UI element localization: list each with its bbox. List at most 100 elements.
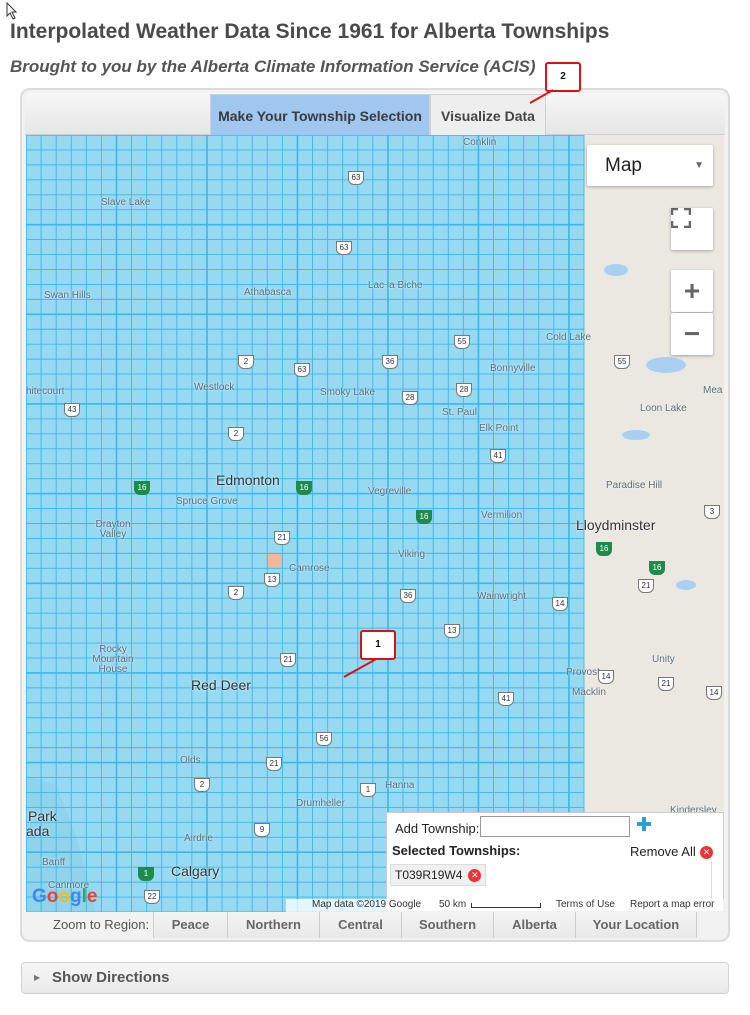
place-label: Westlock xyxy=(194,382,235,393)
place-label: Airdrie xyxy=(184,833,213,844)
highway-shield: 14 xyxy=(706,686,722,700)
show-directions-toggle[interactable]: ▶ Show Directions xyxy=(21,962,729,994)
highway-shield: 21 xyxy=(638,579,654,593)
zoom-to-region-label: Zoom to Region: xyxy=(53,917,150,932)
highway-shield: 21 xyxy=(274,531,290,545)
highway-shield: 14 xyxy=(552,597,568,611)
place-label: Drumheller xyxy=(296,798,345,809)
place-label: Wainwright xyxy=(477,591,527,602)
lake-shape xyxy=(676,580,696,590)
place-label: Swan Hills xyxy=(44,290,91,301)
highway-shield: 16 xyxy=(416,510,432,524)
highway-shield: 55 xyxy=(454,335,470,349)
highway-shield: 28 xyxy=(456,383,472,397)
zoom-region-alberta[interactable]: Alberta xyxy=(493,912,575,938)
selected-townships-label: Selected Townships: xyxy=(392,843,521,858)
zoom-out-button[interactable]: − xyxy=(671,313,713,355)
add-township-input[interactable] xyxy=(480,816,630,837)
map-type-label: Map xyxy=(605,155,642,176)
lake-shape xyxy=(646,357,686,373)
highway-shield: 36 xyxy=(382,355,398,369)
highway-shield: 1 xyxy=(138,867,154,881)
terms-of-use-link[interactable]: Terms of Use xyxy=(556,899,615,910)
place-label: Lloydminster xyxy=(576,517,656,533)
place-label: ada xyxy=(26,823,50,839)
remove-all-button[interactable]: Remove All xyxy=(630,844,696,859)
highway-shield: 16 xyxy=(296,481,312,495)
place-label: Drayton Valley xyxy=(95,519,131,540)
highway-shield: 2 xyxy=(238,355,254,369)
township-selection-panel: Make Your Township Selection Visualize D… xyxy=(20,88,730,942)
place-label: Vermilion xyxy=(481,510,523,521)
place-label: Loon Lake xyxy=(640,403,687,414)
zoom-region-central[interactable]: Central xyxy=(319,912,401,938)
place-label: Hanna xyxy=(385,780,415,791)
chevron-down-icon: ▼ xyxy=(694,160,704,171)
place-label: Spruce Grove xyxy=(176,496,238,507)
highway-shield: 3 xyxy=(704,505,720,519)
highway-shield: 1 xyxy=(360,783,376,797)
highway-shield: 63 xyxy=(348,171,364,185)
selected-township-cell xyxy=(267,553,283,569)
place-label: Calgary xyxy=(171,863,220,879)
map-footer: Map data ©2019 Google 50 km Terms of Use… xyxy=(286,899,724,912)
map-scale-label: 50 km xyxy=(439,899,467,910)
zoom-region-your-location[interactable]: Your Location xyxy=(575,912,697,938)
fullscreen-icon xyxy=(671,208,691,228)
fullscreen-button[interactable] xyxy=(671,208,713,250)
place-label: Smoky Lake xyxy=(320,387,376,398)
highway-shield: 2 xyxy=(228,427,244,441)
tab-bar: Make Your Township Selection Visualize D… xyxy=(25,93,725,136)
township-id: T039R19W4 xyxy=(395,868,463,882)
place-label: Lac la Biche xyxy=(368,280,423,291)
place-label: Elk Point xyxy=(479,423,519,434)
place-label: Athabasca xyxy=(244,287,292,298)
zoom-region-northern[interactable]: Northern xyxy=(227,912,319,938)
highway-shield: 21 xyxy=(266,757,282,771)
highway-shield: 41 xyxy=(498,692,514,706)
annotation-marker-2: 2 xyxy=(545,62,581,92)
zoom-in-button[interactable]: + xyxy=(671,270,713,312)
place-label: Provost xyxy=(566,667,600,678)
place-label: Conklin xyxy=(463,137,497,148)
highway-shield: 13 xyxy=(264,573,280,587)
map-type-select[interactable]: Map ▼ xyxy=(587,145,713,186)
township-map[interactable]: Conklin Slave Lake Swan Hills Athabasca … xyxy=(26,135,724,912)
highway-shield: 22 xyxy=(144,890,160,904)
annotation-marker-1: 1 xyxy=(360,630,396,660)
zoom-region-peace[interactable]: Peace xyxy=(153,912,227,938)
highway-shield: 63 xyxy=(336,241,352,255)
township-selection-box: Add Township: Selected Townships: Remove… xyxy=(386,812,724,912)
highway-shield: 13 xyxy=(444,624,460,638)
place-label: Macklin xyxy=(572,687,606,698)
plus-icon: + xyxy=(683,275,701,306)
mouse-cursor-icon xyxy=(6,2,18,20)
highway-shield: 55 xyxy=(614,355,630,369)
lake-shape xyxy=(622,430,650,440)
zoom-region-southern[interactable]: Southern xyxy=(401,912,493,938)
page-title: Interpolated Weather Data Since 1961 for… xyxy=(10,20,610,43)
remove-township-icon[interactable]: ✕ xyxy=(468,869,482,883)
place-label: Edmonton xyxy=(216,472,280,488)
place-label: Unity xyxy=(652,654,675,665)
place-label: Cold Lake xyxy=(546,332,592,343)
place-label: St. Paul xyxy=(442,407,478,418)
place-label: Mea xyxy=(703,385,723,396)
place-label: Slave Lake xyxy=(101,197,151,208)
highway-shield: 41 xyxy=(490,449,506,463)
remove-all-icon[interactable]: ✕ xyxy=(700,846,713,859)
zoom-to-region-bar: Zoom to Region: Peace Northern Central S… xyxy=(25,912,725,938)
highway-shield: 14 xyxy=(598,670,614,684)
place-label: Banff xyxy=(42,857,66,868)
lake-shape xyxy=(604,264,628,276)
highway-shield: 2 xyxy=(194,778,210,792)
highway-shield: 21 xyxy=(658,677,674,691)
highway-shield: 28 xyxy=(402,391,418,405)
highway-shield: 16 xyxy=(596,542,612,556)
tab-visualize-data[interactable]: Visualize Data xyxy=(430,94,546,136)
report-map-error-link[interactable]: Report a map error xyxy=(630,899,714,910)
add-township-plus-icon[interactable] xyxy=(635,815,653,833)
tab-make-township-selection[interactable]: Make Your Township Selection xyxy=(210,94,430,136)
minus-icon: − xyxy=(683,318,701,349)
highway-shield: 16 xyxy=(649,561,665,575)
